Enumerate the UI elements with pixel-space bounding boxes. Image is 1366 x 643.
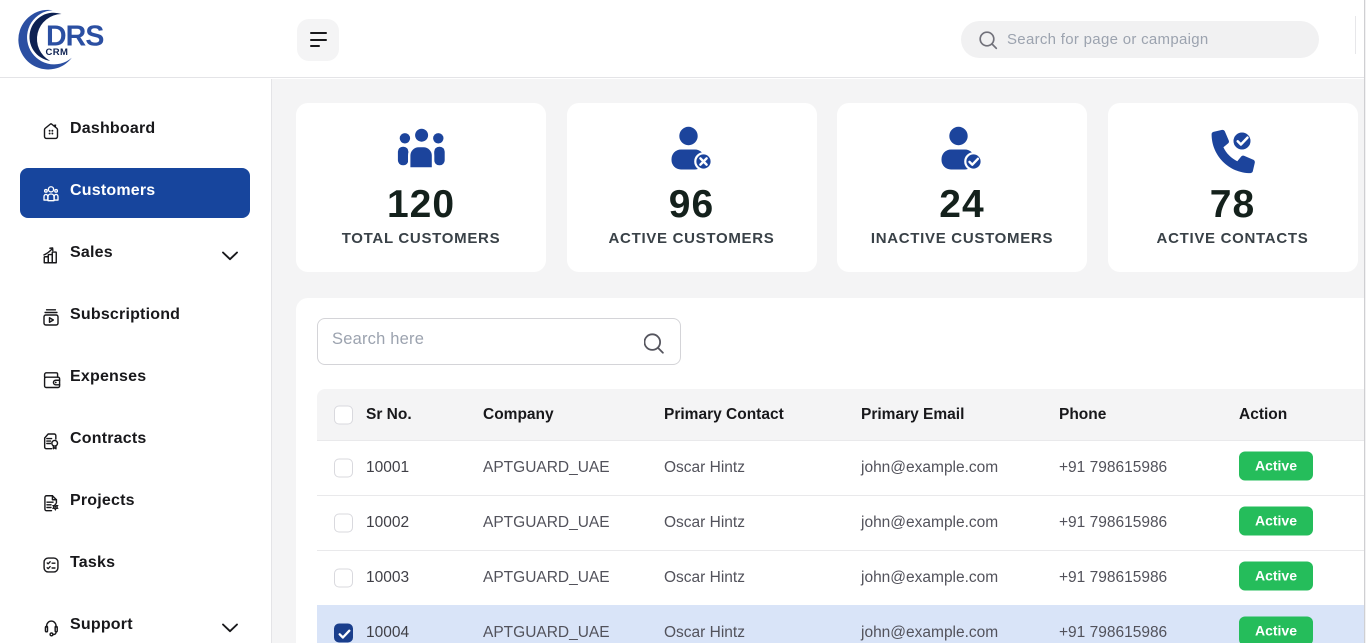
svg-text:CRM: CRM (46, 47, 69, 58)
